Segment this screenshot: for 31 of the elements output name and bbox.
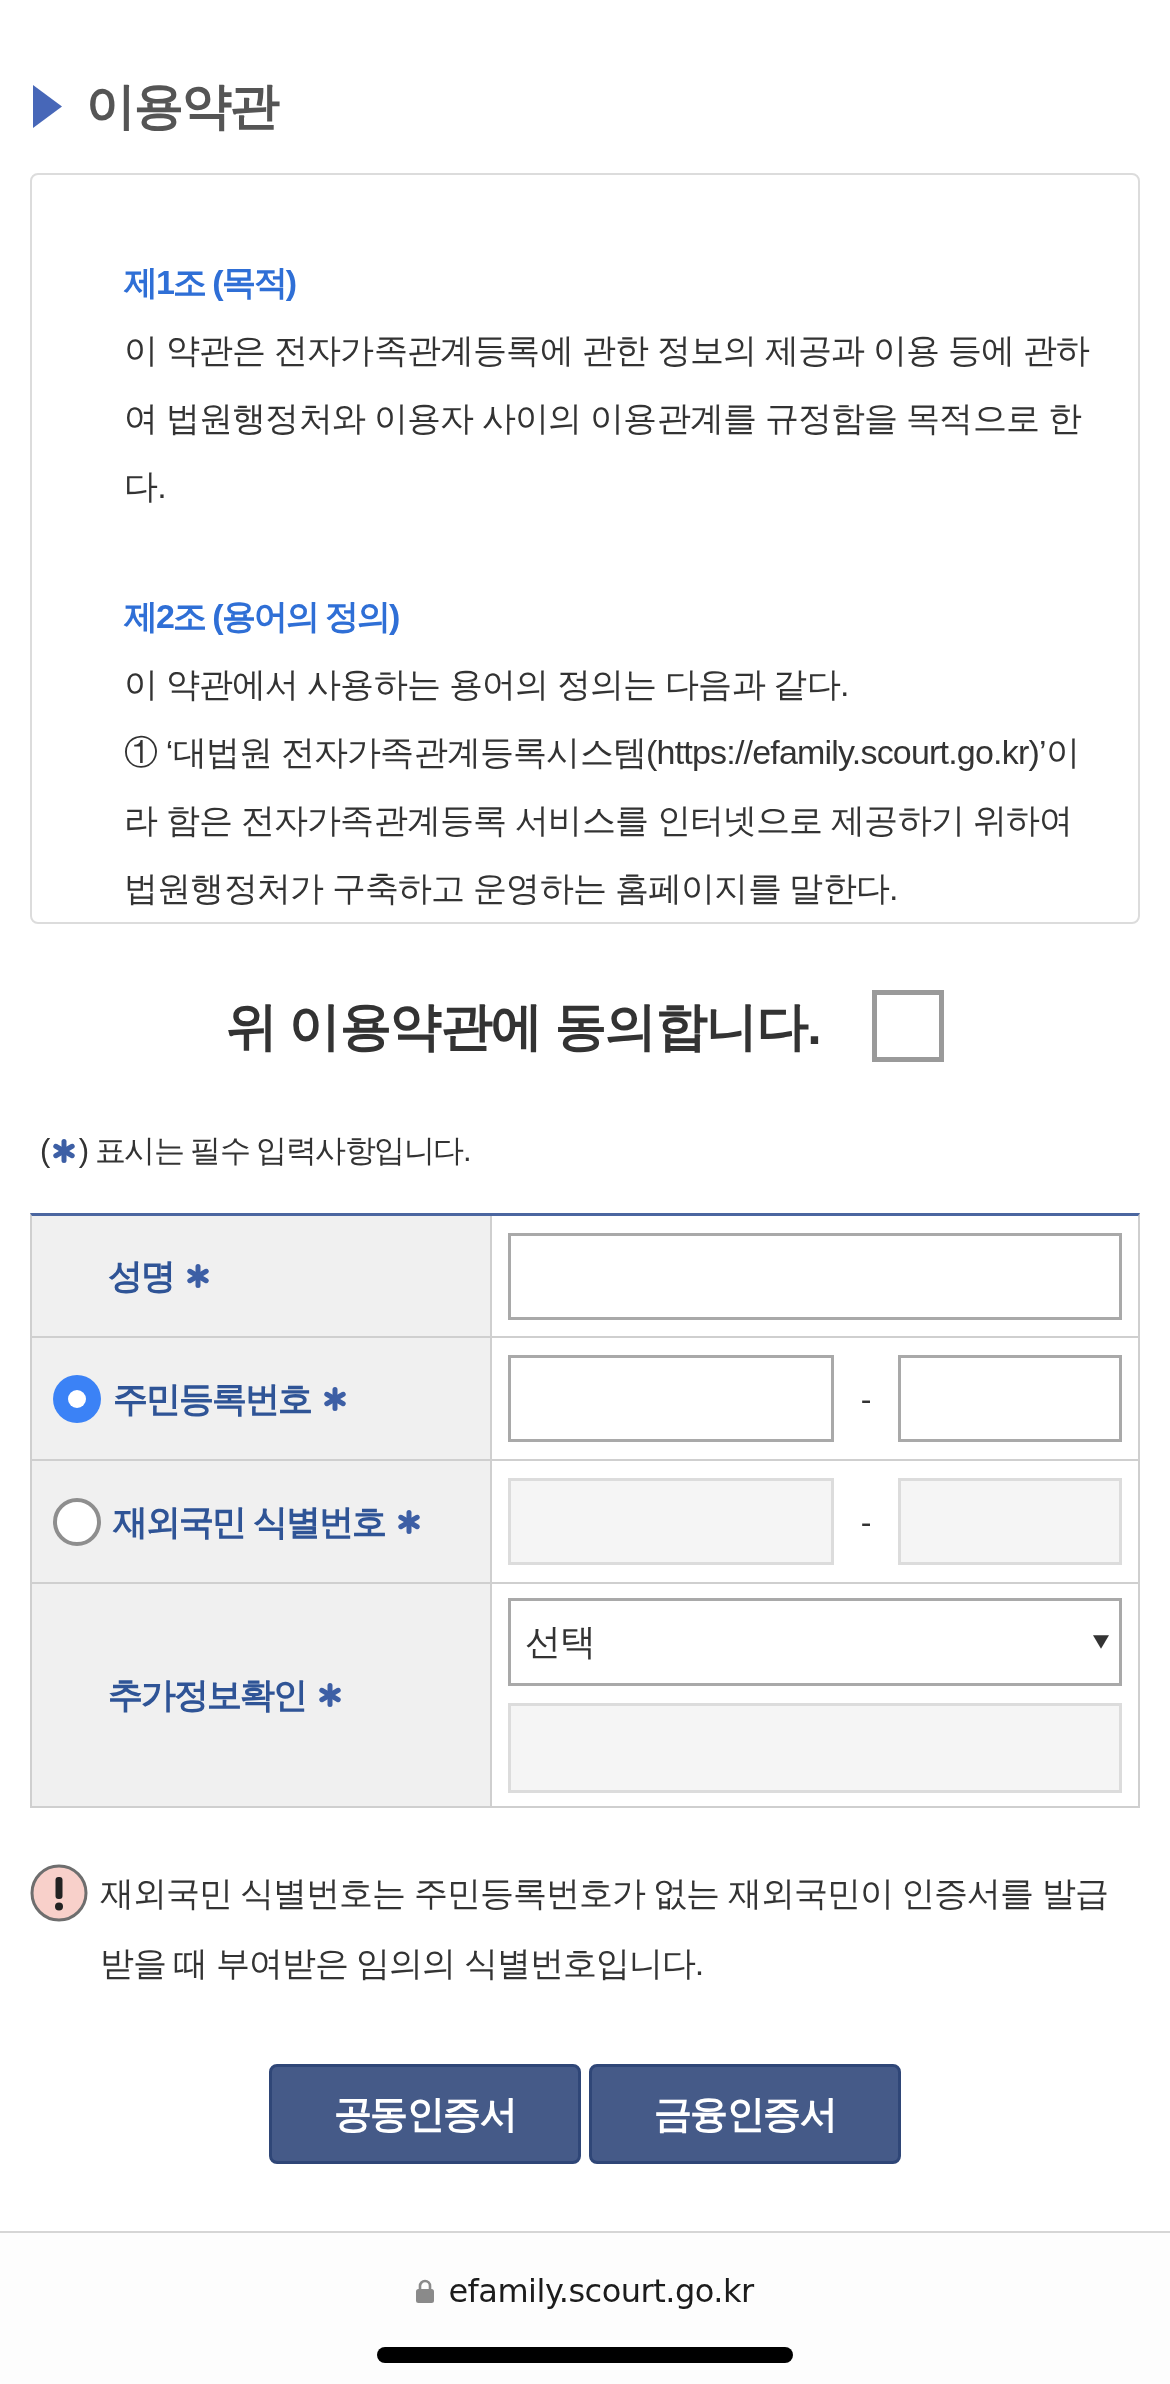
input-field[interactable] [898,1355,1122,1442]
lock-icon [416,2279,435,2303]
required-asterisk-icon [51,1139,76,1163]
notice-text: 재외국민 식별번호는 주민등록번호가 없는 재외국민이 인증서를 발급받을 때 부여받은 임의의 식별번호입니다. [100,1873,1109,1984]
terms-paragraph: ① ‘대법원 전자가족관계등록시스템(https://efamily.scourt.go.kr)’이라 함은 전자가족관계등록 서비스를 인터넷으로 제공하기 위하여 법원행정처가 구축하고 운영하는 홈페이지를 말한다. [124,732,1080,909]
dash-separator: - [859,1379,873,1419]
agree-checkbox[interactable] [872,990,945,1062]
radio-button[interactable] [53,1374,101,1423]
agreement-label: 위 이용약관에 동의합니다. [225,996,821,1056]
certificate-button[interactable]: 금융인증서 [589,2064,901,2164]
terms-paragraph: 이 약관에서 사용하는 용어의 정의는 다음과 같다. [124,664,850,705]
caret-down-icon [1093,1635,1109,1649]
url-text[interactable]: efamily.scourt.go.kr [448,2271,754,2311]
field-label: 추가정보확인 [108,1674,306,1716]
article-heading: 제2조 (용어의 정의) [124,596,400,637]
input-field[interactable] [508,1355,834,1442]
select-dropdown[interactable]: 선택 [508,1598,1122,1686]
select-value: 선택 [525,1620,595,1664]
dash-separator: - [859,1502,873,1542]
input-field[interactable] [508,1232,1122,1320]
section-title: 이용약관 [86,77,278,135]
terms-paragraph: 이 약관은 전자가족관계등록에 관한 정보의 제공과 이용 등에 관하여 법원행정처와 이용자 사이의 이용관계를 규정함을 목적으로 한다. [124,330,1091,507]
field-label: 성명 [108,1255,174,1297]
field-label: 주민등록번호 [113,1377,311,1420]
exclamation-icon [30,1864,88,1922]
triangle-bullet-icon [33,84,62,128]
certificate-button[interactable]: 공동인증서 [269,2064,581,2164]
field-label: 재외국민 식별번호 [113,1500,385,1543]
article-heading: 제1조 (목적) [124,262,297,303]
required-note-text: ) 표시는 필수 입력사항입니다. [78,1131,471,1170]
required-note-text: ( [40,1131,49,1170]
